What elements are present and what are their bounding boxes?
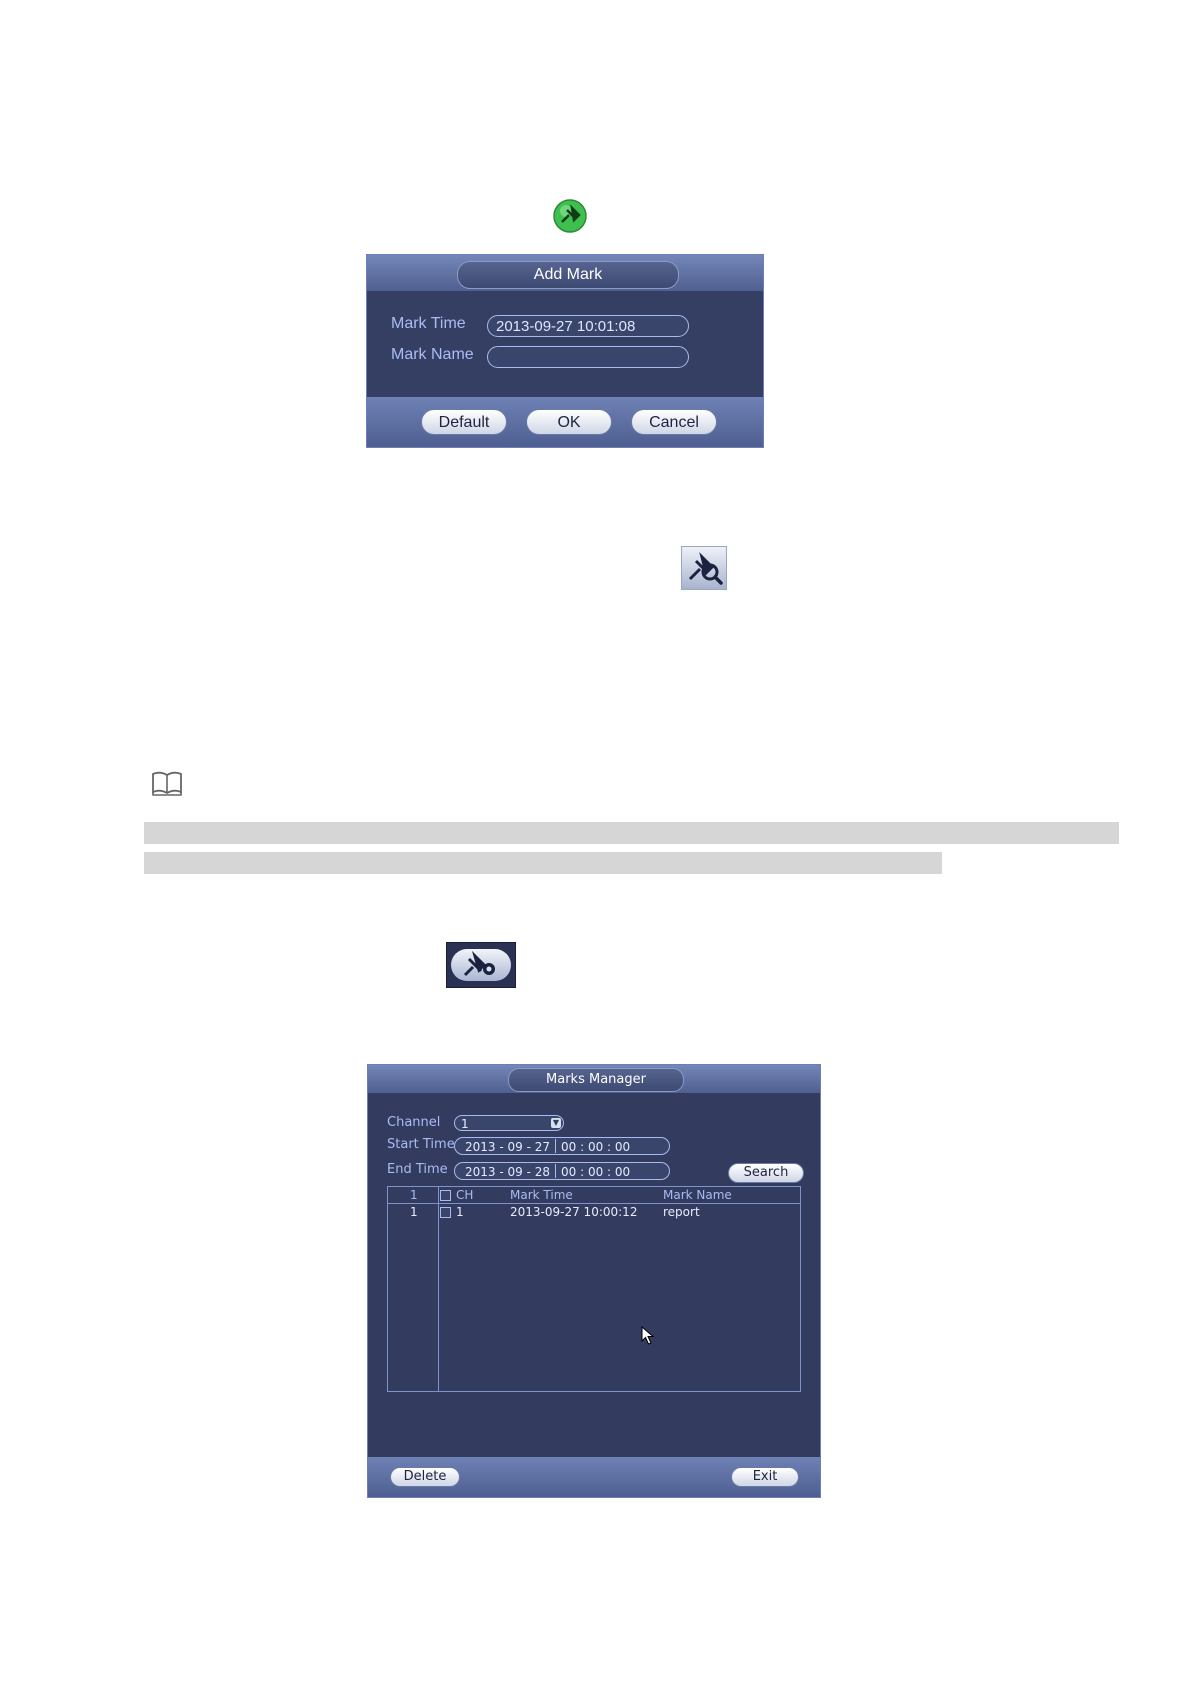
select-all-checkbox[interactable] bbox=[440, 1190, 451, 1201]
exit-button[interactable]: Exit bbox=[731, 1467, 799, 1487]
end-date[interactable]: 2013 - 09 - 28 bbox=[465, 1163, 550, 1181]
row-mark-name[interactable]: report bbox=[663, 1205, 700, 1219]
marks-manager-icon[interactable] bbox=[446, 942, 516, 988]
end-time-label: End Time bbox=[387, 1162, 448, 1177]
dialog-title: Marks Manager bbox=[508, 1068, 684, 1092]
header-index: 1 bbox=[410, 1188, 418, 1202]
mark-time-field[interactable]: 2013-09-27 10:01:08 bbox=[487, 315, 689, 337]
start-time-label: Start Time bbox=[387, 1137, 455, 1152]
channel-select-value: 1 bbox=[461, 1117, 469, 1131]
mark-search-icon[interactable] bbox=[681, 546, 727, 590]
start-clock[interactable]: 00 : 00 : 00 bbox=[561, 1138, 630, 1156]
dialog-title: Add Mark bbox=[457, 261, 679, 289]
chevron-down-icon[interactable]: ▼ bbox=[551, 1118, 561, 1128]
marks-manager-dialog: Marks Manager Channel 1 ▼ Start Time 201… bbox=[367, 1064, 821, 1498]
row-index: 1 bbox=[410, 1205, 418, 1219]
default-button[interactable]: Default bbox=[421, 409, 507, 435]
search-button[interactable]: Search bbox=[728, 1163, 804, 1183]
marks-manager-icon-body bbox=[451, 949, 511, 981]
mark-name-label: Mark Name bbox=[391, 346, 474, 363]
channel-label: Channel bbox=[387, 1115, 441, 1130]
header-mark-name: Mark Name bbox=[663, 1188, 732, 1202]
ok-button[interactable]: OK bbox=[526, 409, 612, 435]
header-ch: CH bbox=[456, 1188, 474, 1202]
row-mark-time[interactable]: 2013-09-27 10:00:12 bbox=[510, 1205, 637, 1219]
end-time-field[interactable]: 2013 - 09 - 28 00 : 00 : 00 bbox=[454, 1162, 670, 1180]
add-mark-dialog: Add Mark Mark Time 2013-09-27 10:01:08 M… bbox=[366, 254, 764, 448]
column-divider bbox=[438, 1187, 439, 1391]
note-book-icon bbox=[150, 770, 184, 798]
dialog-header: Marks Manager bbox=[368, 1065, 820, 1093]
end-clock[interactable]: 00 : 00 : 00 bbox=[561, 1163, 630, 1181]
start-date[interactable]: 2013 - 09 - 27 bbox=[465, 1138, 550, 1156]
dialog-footer: Default OK Cancel bbox=[367, 397, 763, 447]
start-time-field[interactable]: 2013 - 09 - 27 00 : 00 : 00 bbox=[454, 1137, 670, 1155]
row-ch[interactable]: 1 bbox=[456, 1205, 464, 1219]
mark-name-field[interactable] bbox=[487, 346, 689, 368]
delete-button[interactable]: Delete bbox=[390, 1467, 460, 1487]
header-mark-time: Mark Time bbox=[510, 1188, 573, 1202]
note-highlight-line-1 bbox=[144, 822, 1119, 844]
mouse-cursor-icon bbox=[641, 1325, 655, 1346]
add-mark-icon[interactable] bbox=[552, 198, 588, 234]
marks-table: 1 CH Mark Time Mark Name 1 1 2013-09-27 … bbox=[387, 1186, 801, 1392]
cancel-button[interactable]: Cancel bbox=[631, 409, 717, 435]
dialog-header: Add Mark bbox=[367, 255, 763, 291]
header-divider bbox=[388, 1203, 800, 1204]
channel-select[interactable]: 1 ▼ bbox=[454, 1115, 564, 1131]
field-divider bbox=[555, 1139, 556, 1153]
mark-time-label: Mark Time bbox=[391, 315, 466, 332]
row-checkbox[interactable] bbox=[440, 1207, 451, 1218]
note-highlight-line-2 bbox=[144, 852, 942, 874]
dialog-footer: Delete Exit bbox=[368, 1457, 820, 1497]
field-divider bbox=[555, 1164, 556, 1178]
